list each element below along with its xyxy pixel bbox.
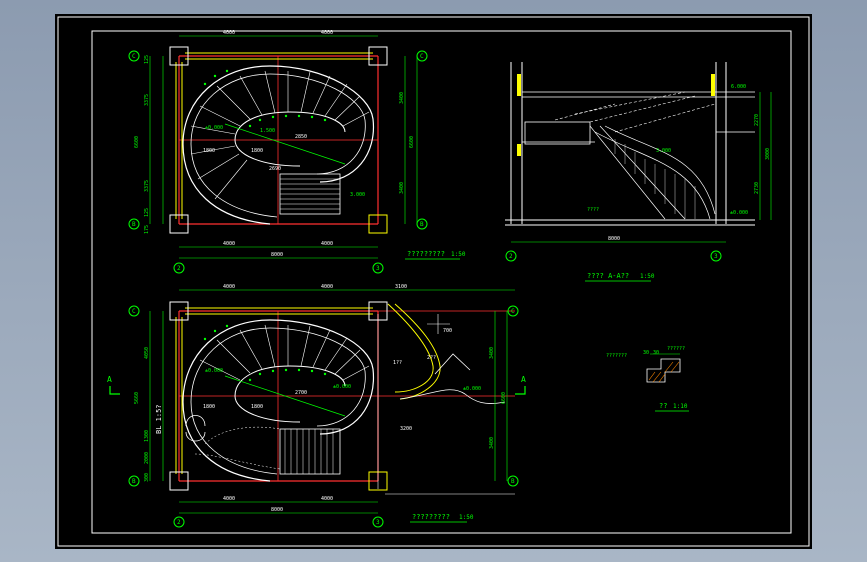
step-detail xyxy=(646,353,681,383)
p1-level-2: 3.000 xyxy=(350,192,365,198)
p1-axis-b-right: B xyxy=(420,221,424,228)
sec-level-4: ???? xyxy=(587,207,599,213)
sec-level-1: 6.000 xyxy=(731,84,746,90)
sec-scale: 1:50 xyxy=(640,273,655,280)
sec-level-3: ±0.000 xyxy=(730,210,748,216)
p2-dim-bottom-2: 4000 xyxy=(321,496,333,502)
p2-dim-left-2: 5660 xyxy=(134,392,140,404)
section-mark-a-left: A xyxy=(107,375,112,384)
p2-dim-left-4: 2000 xyxy=(144,452,150,464)
p2-axis-c-left: C xyxy=(132,308,136,315)
sec-title: ???? A-A?? xyxy=(587,272,629,280)
p2-dim-top-2: 4000 xyxy=(321,284,333,290)
p2-dim-bottom-total: 8000 xyxy=(271,507,283,513)
p1-inner-dim-4: 2690 xyxy=(269,166,281,172)
detail-label-1: ??????? xyxy=(606,353,627,359)
p2-dim-bottom-1: 4000 xyxy=(223,496,235,502)
sec-dim-right-3: 2730 xyxy=(754,182,760,194)
outer-frame xyxy=(57,16,810,547)
p1-dim-top-1: 4000 xyxy=(223,30,235,36)
p2-dim-left-5: 300 xyxy=(144,473,150,482)
p2-inner-dim-5: 700 xyxy=(443,328,452,334)
p2-bl-label: BL 1:5? xyxy=(155,404,163,434)
detail-label-4: ?????? xyxy=(667,346,685,352)
p2-inner-dim-2: 1800 xyxy=(251,404,263,410)
p1-title: ????????? xyxy=(407,250,445,258)
p2-level-2: ±0.000 xyxy=(333,384,351,390)
sec-dim-right-1: 2270 xyxy=(754,114,760,126)
stair-section-aa xyxy=(505,62,772,262)
drawing-sheet: C B C B 2 3 4000 4000 4000 4000 8000 125… xyxy=(57,16,810,547)
sec-axis-2: 2 xyxy=(509,253,513,260)
p1-dim-left-5: 125 xyxy=(144,208,150,217)
p1-dim-left-4: 3375 xyxy=(144,180,150,192)
p1-dim-left-2: 3375 xyxy=(144,94,150,106)
p2-scale: 1:50 xyxy=(459,514,474,521)
stair-plan-ground xyxy=(109,289,526,528)
p1-scale: 1:50 xyxy=(451,251,466,258)
p2-axis-c-right: C xyxy=(511,308,515,315)
p1-axis-c-right: C xyxy=(420,53,424,60)
p2-axis-2: 2 xyxy=(177,519,181,526)
p1-inner-dim-2: 1800 xyxy=(251,148,263,154)
p2-dim-top-1: 4000 xyxy=(223,284,235,290)
detail-label-2: 30 xyxy=(643,350,649,356)
p2-inner-dim-1: 1800 xyxy=(203,404,215,410)
p1-axis-b-left: B xyxy=(132,221,136,228)
p1-dim-left-1: 125 xyxy=(144,55,150,64)
p1-level-1: ±0.000 xyxy=(205,125,223,131)
p1-inner-dim-1: 1800 xyxy=(203,148,215,154)
p2-level-3: ±0.000 xyxy=(463,386,481,392)
p2-dim-right-1: 3400 xyxy=(489,347,495,359)
sec-dim-bottom: 8000 xyxy=(608,236,620,242)
p2-dim-left-1: 4050 xyxy=(144,347,150,359)
p1-axis-3: 3 xyxy=(376,265,380,272)
p1-dim-top-2: 4000 xyxy=(321,30,333,36)
p2-axis-b-right: B xyxy=(511,478,515,485)
p2-title: ????????? xyxy=(412,513,450,521)
p1-dim-right-2: 6600 xyxy=(409,136,415,148)
p1-dim-bottom-2: 4000 xyxy=(321,241,333,247)
sec-axis-3: 3 xyxy=(714,253,718,260)
p2-dim-right-2: 6600 xyxy=(501,392,507,404)
p2-axis-b-left: B xyxy=(132,478,136,485)
p2-dim-top-3: 3100 xyxy=(395,284,407,290)
p2-room-1: 1?? xyxy=(393,360,402,366)
cad-viewport[interactable]: C B C B 2 3 4000 4000 4000 4000 8000 125… xyxy=(55,14,812,549)
p2-room-2: 2?? xyxy=(427,355,436,361)
stair-plan-upper xyxy=(128,35,428,274)
inner-frame xyxy=(91,30,792,534)
p1-dim-left-3: 6600 xyxy=(134,136,140,148)
p2-inner-dim-4: 3200 xyxy=(400,426,412,432)
p1-level-3: 1.500 xyxy=(260,128,275,134)
detail-title: ?? xyxy=(659,402,667,410)
detail-label-3: 30 xyxy=(653,350,659,356)
p1-axis-2: 2 xyxy=(177,265,181,272)
p2-dim-right-3: 3400 xyxy=(489,437,495,449)
p1-inner-dim-3: 2850 xyxy=(295,134,307,140)
p2-axis-3: 3 xyxy=(376,519,380,526)
p1-axis-c-left: C xyxy=(132,53,136,60)
section-mark-a-right: A xyxy=(521,375,526,384)
sec-dim-right-2: 3000 xyxy=(765,148,771,160)
p1-dim-bottom-total: 8000 xyxy=(271,252,283,258)
p2-level-1: ±0.000 xyxy=(205,368,223,374)
p1-dim-left-6: 175 xyxy=(144,225,150,234)
p2-inner-dim-3: 2700 xyxy=(295,390,307,396)
detail-scale: 1:10 xyxy=(673,403,688,410)
p2-dim-left-3: 1300 xyxy=(144,430,150,442)
sec-level-2: 3.000 xyxy=(656,148,671,154)
p1-dim-right-3: 3400 xyxy=(399,182,405,194)
p1-dim-bottom-1: 4000 xyxy=(223,241,235,247)
p1-dim-right-1: 3400 xyxy=(399,92,405,104)
